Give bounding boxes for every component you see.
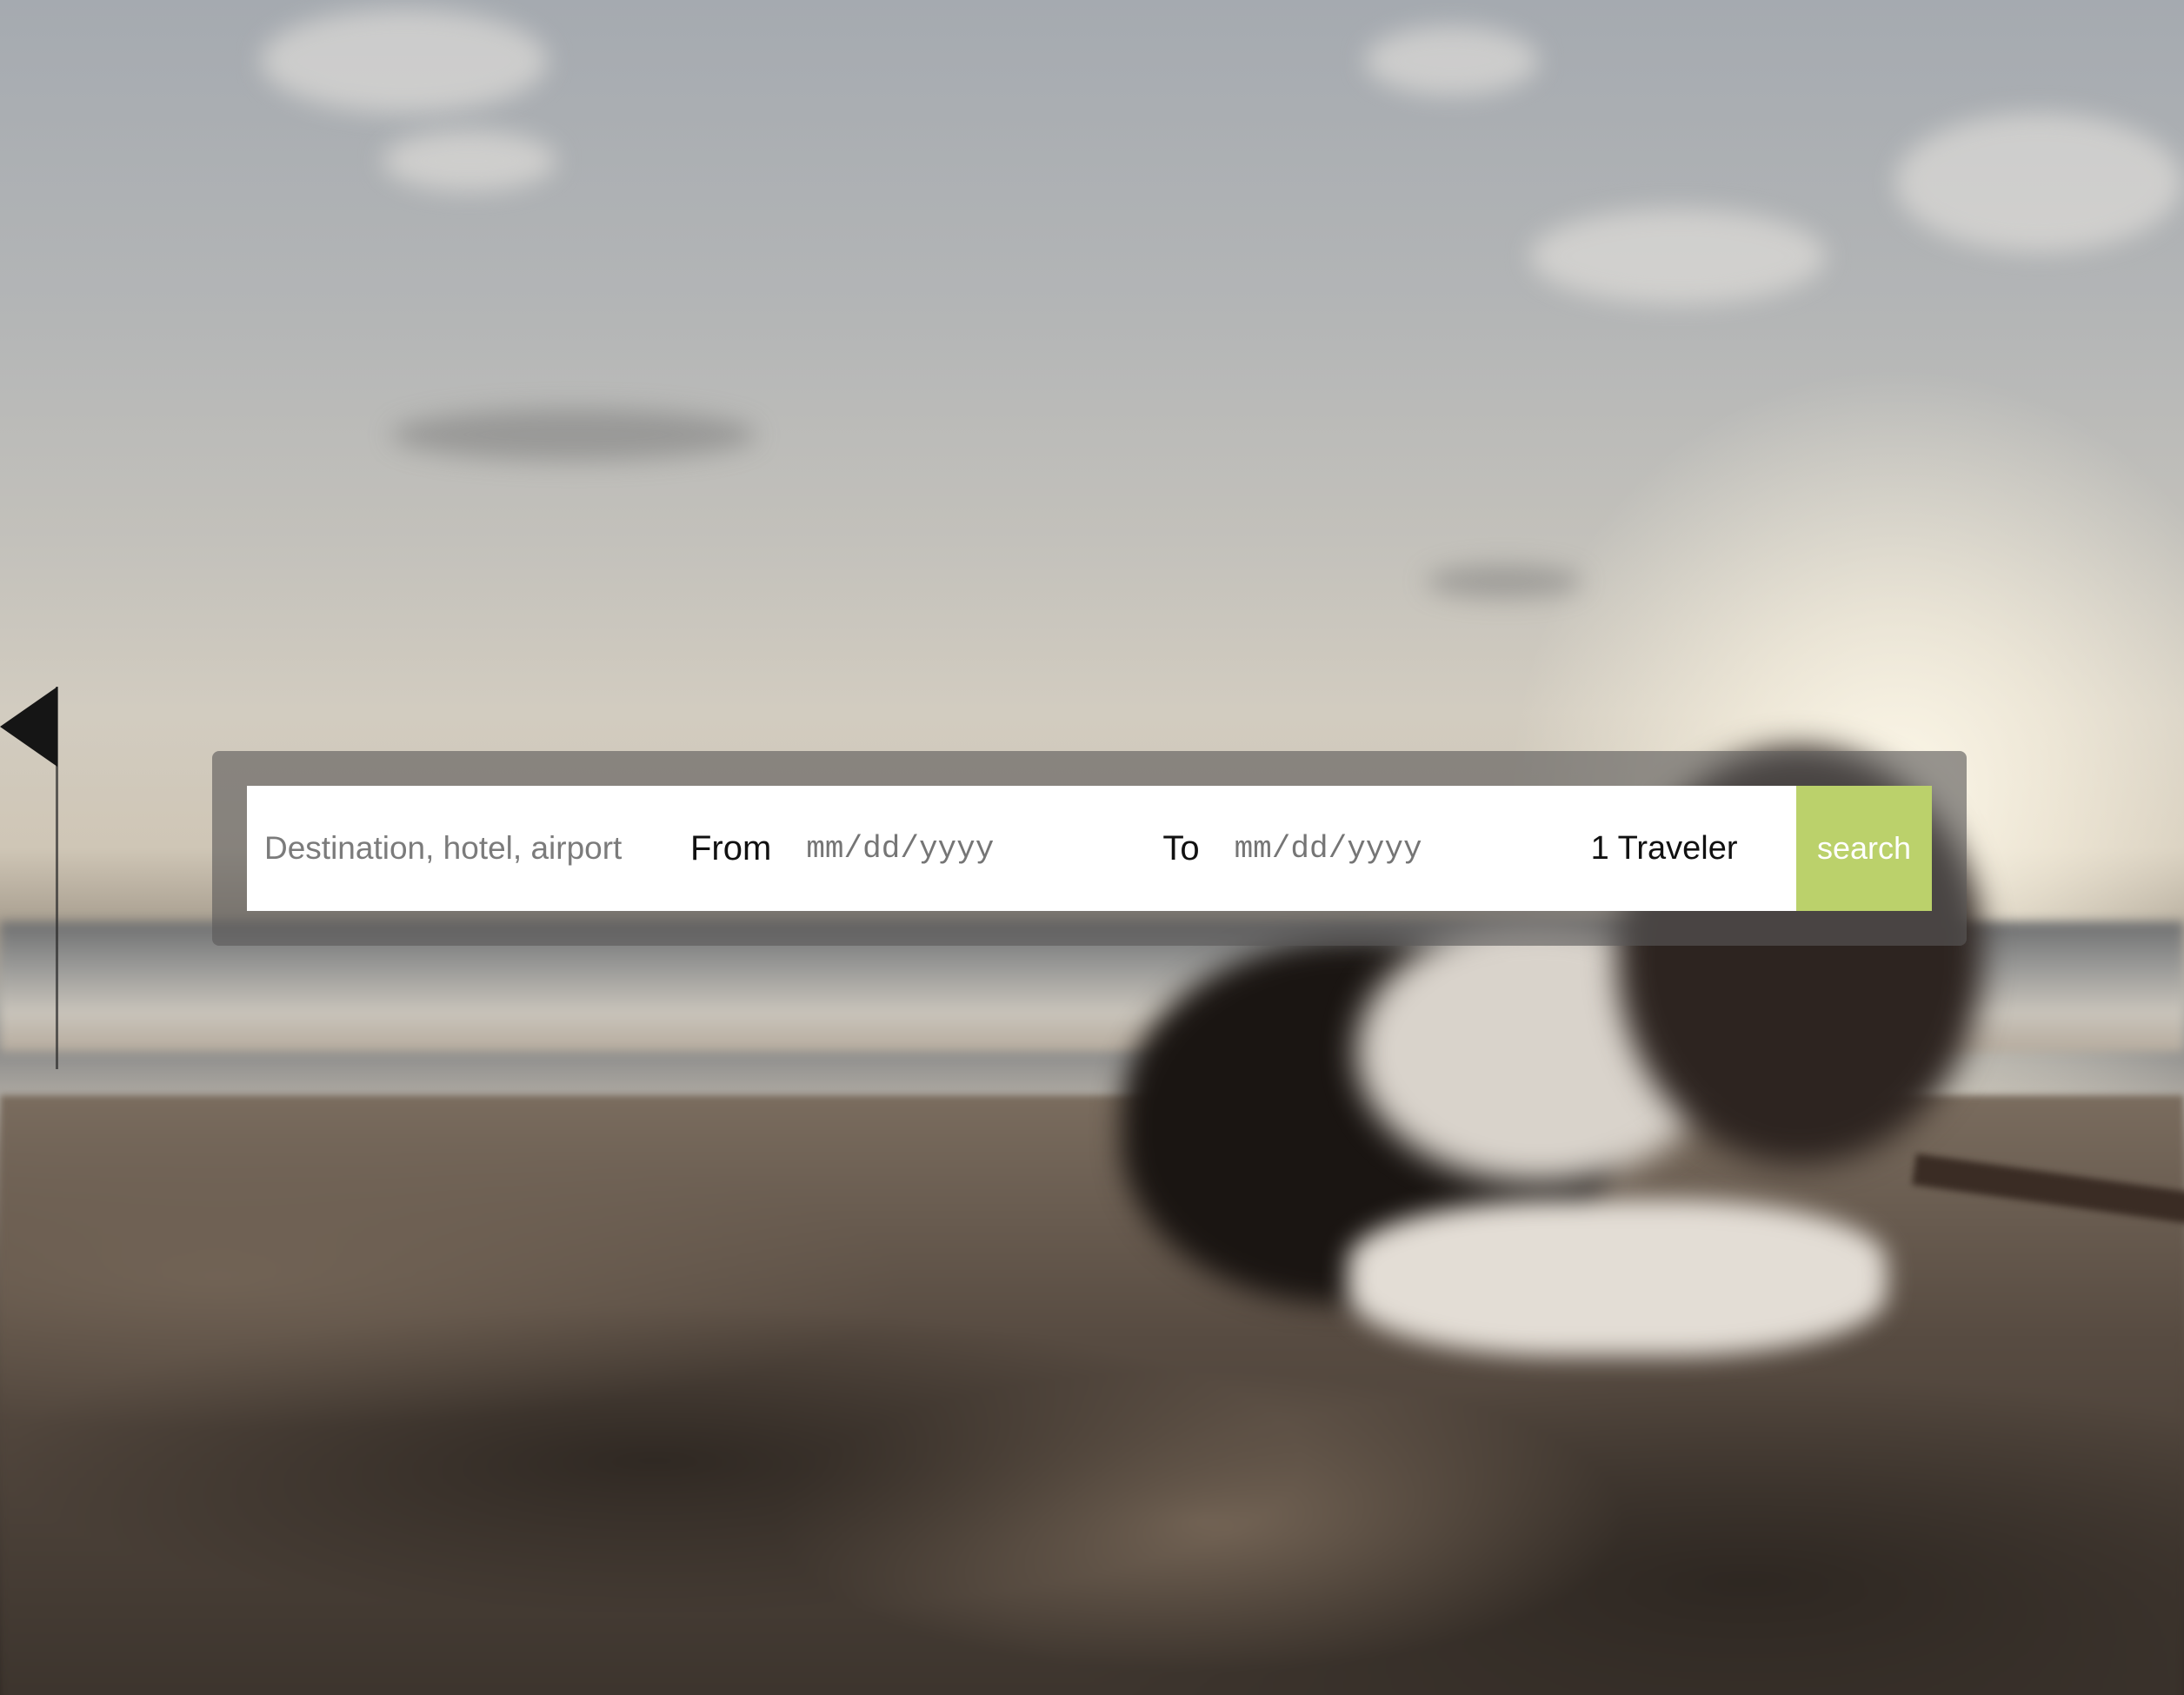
search-form: From To 1 Traveler search	[247, 786, 1932, 911]
destination-input[interactable]	[247, 786, 664, 911]
cloud	[261, 9, 548, 113]
hero-background: From To 1 Traveler search	[0, 0, 2184, 1695]
search-panel: From To 1 Traveler search	[212, 751, 1967, 946]
travelers-selector[interactable]: 1 Traveler	[1591, 830, 1738, 867]
to-date-input[interactable]	[1234, 786, 1582, 911]
dog-legs	[1348, 1200, 1887, 1356]
cloud	[1365, 26, 1539, 96]
from-label: From	[690, 828, 772, 867]
cloud	[1530, 209, 1826, 304]
cloud	[1426, 565, 1582, 598]
cloud	[383, 130, 556, 191]
flag	[0, 687, 57, 767]
cloud	[1895, 113, 2182, 252]
from-date-input[interactable]	[806, 786, 1163, 911]
sand	[0, 1095, 2184, 1695]
to-label: To	[1162, 828, 1200, 867]
cloud	[391, 409, 756, 461]
search-button[interactable]: search	[1796, 786, 1932, 911]
